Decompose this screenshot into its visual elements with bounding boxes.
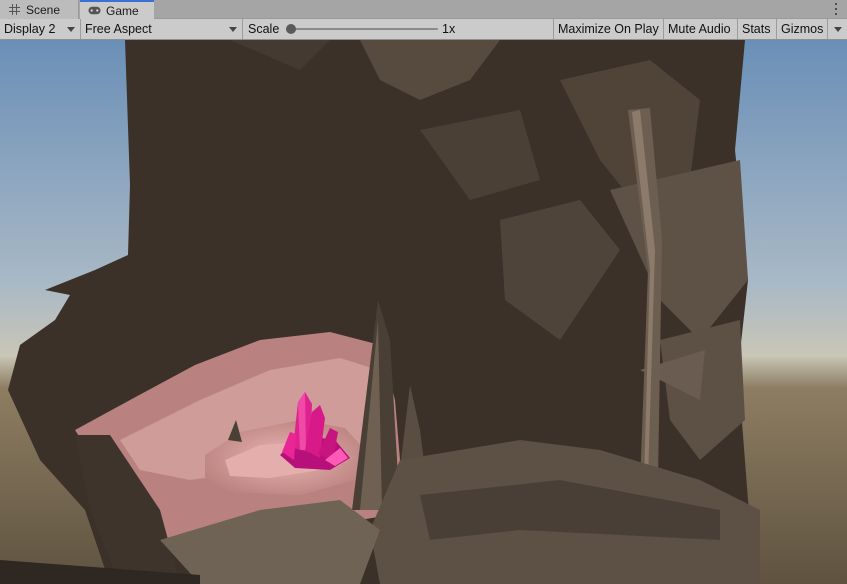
gizmos-label: Gizmos bbox=[781, 22, 824, 36]
aspect-dropdown[interactable]: Free Aspect bbox=[81, 19, 243, 39]
tab-bar: Scene Game bbox=[0, 0, 847, 19]
game-viewport[interactable] bbox=[0, 40, 847, 584]
scale-label: Scale bbox=[248, 22, 280, 36]
gizmos-toggle[interactable]: Gizmos bbox=[777, 19, 828, 39]
chevron-down-icon bbox=[229, 27, 237, 32]
maximize-on-play-toggle[interactable]: Maximize On Play bbox=[554, 19, 664, 39]
display-dropdown[interactable]: Display 2 bbox=[0, 19, 81, 39]
gamepad-icon bbox=[88, 4, 101, 17]
tab-scene-label: Scene bbox=[26, 2, 61, 17]
chevron-down-icon bbox=[834, 27, 842, 32]
mute-audio-label: Mute Audio bbox=[668, 22, 731, 36]
scale-slider-track[interactable] bbox=[290, 28, 438, 30]
scale-value: 1x bbox=[442, 22, 456, 36]
stats-toggle[interactable]: Stats bbox=[738, 19, 777, 39]
game-render bbox=[0, 40, 847, 584]
tab-scene[interactable]: Scene bbox=[0, 0, 79, 19]
scale-slider-thumb[interactable] bbox=[286, 24, 296, 34]
gizmos-dropdown[interactable] bbox=[828, 19, 847, 39]
chevron-down-icon bbox=[67, 27, 75, 32]
tab-game-label: Game bbox=[106, 3, 139, 18]
game-toolbar: Display 2 Free Aspect Scale 1x Maximize … bbox=[0, 19, 847, 40]
mute-audio-toggle[interactable]: Mute Audio bbox=[664, 19, 738, 39]
tab-game[interactable]: Game bbox=[80, 0, 154, 19]
stats-label: Stats bbox=[742, 22, 771, 36]
display-dropdown-value: Display 2 bbox=[4, 22, 56, 36]
more-options-icon[interactable] bbox=[835, 3, 839, 15]
maximize-on-play-label: Maximize On Play bbox=[558, 22, 659, 36]
grid-icon bbox=[8, 3, 21, 16]
aspect-dropdown-value: Free Aspect bbox=[85, 22, 152, 36]
